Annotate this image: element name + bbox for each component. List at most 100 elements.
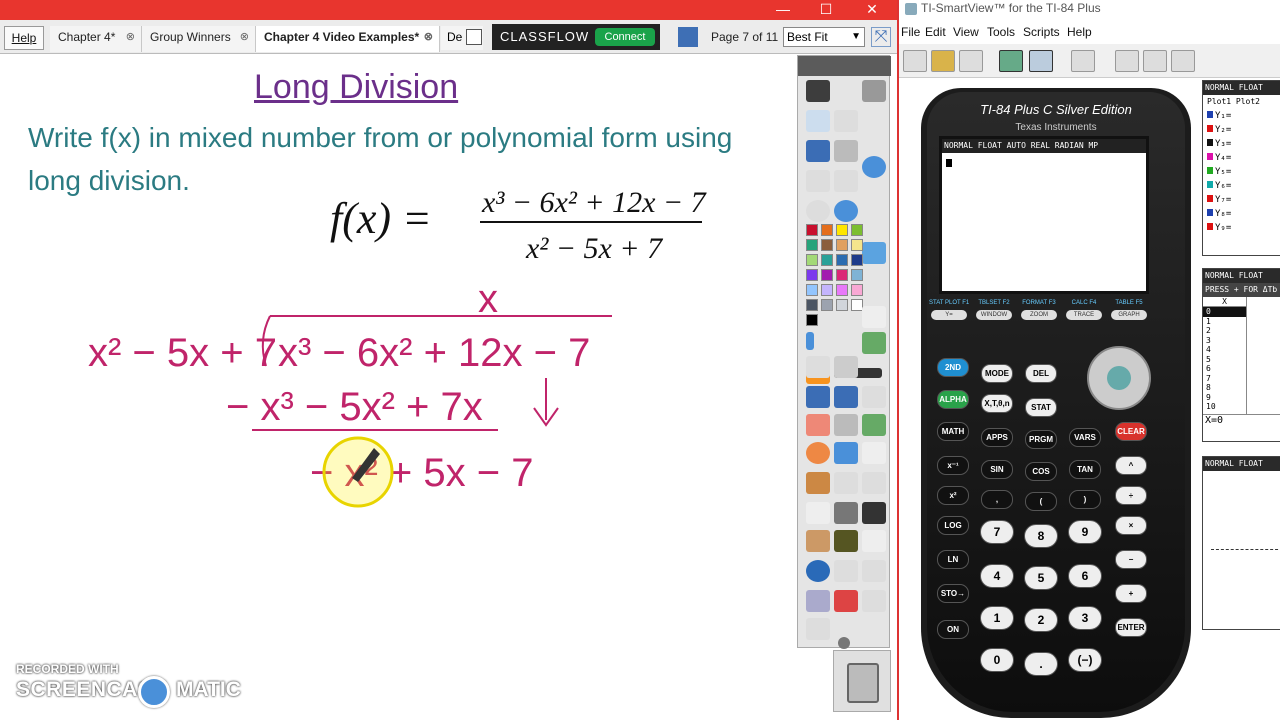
table-cell[interactable]: 2 <box>1203 326 1246 336</box>
tab-chapter-4[interactable]: Chapter 4* ⊗ <box>50 26 142 52</box>
key-9[interactable]: 9 <box>1068 520 1102 544</box>
color-swatch[interactable] <box>836 269 848 281</box>
keypress-icon[interactable] <box>1115 50 1139 72</box>
color-swatch[interactable] <box>836 224 848 236</box>
new-icon[interactable] <box>903 50 927 72</box>
notes-icon[interactable] <box>834 110 858 132</box>
color-swatch[interactable] <box>821 224 833 236</box>
gallery-icon[interactable] <box>806 472 830 494</box>
tab-close-icon[interactable]: ⊗ <box>424 26 433 48</box>
camera-icon[interactable] <box>862 242 886 264</box>
key-right-paren[interactable]: ) <box>1069 490 1101 509</box>
menu-tools[interactable]: Tools <box>987 25 1015 39</box>
key-decimal[interactable]: . <box>1024 652 1058 676</box>
zoom-select[interactable]: Best Fit ▼ <box>783 27 865 47</box>
pen-icon[interactable] <box>806 386 830 408</box>
color-swatch[interactable] <box>806 254 818 266</box>
y-row[interactable]: Y₃= <box>1203 137 1280 151</box>
color-swatch[interactable] <box>851 284 863 296</box>
ruler-icon[interactable] <box>806 332 814 350</box>
color-swatch[interactable] <box>806 299 818 311</box>
key-power[interactable]: ^ <box>1115 456 1147 475</box>
highlighter-icon[interactable] <box>834 386 858 408</box>
key-5[interactable]: 5 <box>1024 566 1058 590</box>
key-8[interactable]: 8 <box>1024 524 1058 548</box>
calculator-tool-icon[interactable] <box>834 472 858 494</box>
y-row[interactable]: Y₆= <box>1203 179 1280 193</box>
color-swatch[interactable] <box>851 254 863 266</box>
play-icon[interactable] <box>806 200 830 222</box>
tab-close-icon[interactable]: ⊗ <box>240 26 249 48</box>
key-math[interactable]: MATH <box>937 422 969 441</box>
minimize-button[interactable]: — <box>763 0 803 20</box>
color-swatch[interactable] <box>806 239 818 251</box>
close-icon[interactable] <box>838 637 850 649</box>
key-cos[interactable]: COS <box>1025 462 1057 481</box>
key-4[interactable]: 4 <box>980 564 1014 588</box>
fill-icon[interactable] <box>834 414 858 436</box>
print-icon[interactable] <box>862 472 886 494</box>
key-multiply[interactable]: × <box>1115 516 1147 535</box>
tab-list-icon[interactable] <box>466 29 482 45</box>
color-swatch[interactable] <box>836 254 848 266</box>
clipboard-icon[interactable] <box>862 386 886 408</box>
key-subtract[interactable]: − <box>1115 550 1147 569</box>
key-graph[interactable]: GRAPH <box>1111 310 1147 320</box>
y-row[interactable]: Y₁= <box>1203 109 1280 123</box>
arrow-pad[interactable] <box>1087 346 1151 410</box>
y-row[interactable]: Y₉= <box>1203 221 1280 235</box>
color-swatch[interactable] <box>836 299 848 311</box>
color-swatch[interactable] <box>836 284 848 296</box>
capture-icon[interactable] <box>959 50 983 72</box>
screen-capture-icon[interactable] <box>862 560 886 582</box>
refresh-icon[interactable] <box>834 590 858 612</box>
delete-icon[interactable] <box>862 530 886 552</box>
table-cell[interactable]: 6 <box>1203 364 1246 374</box>
key-y-equals[interactable]: Y= <box>931 310 967 320</box>
color-swatch[interactable] <box>806 269 818 281</box>
y-row[interactable]: Y₄= <box>1203 151 1280 165</box>
key-on[interactable]: ON <box>937 620 969 639</box>
table-cell[interactable]: 7 <box>1203 374 1246 384</box>
previous-page-icon[interactable] <box>806 170 830 192</box>
key-negate[interactable]: (−) <box>1068 648 1102 672</box>
emulator-icon[interactable] <box>999 50 1023 72</box>
share-icon[interactable] <box>806 80 830 102</box>
keyboard-icon[interactable] <box>834 502 858 524</box>
table-cell[interactable]: 0 <box>1203 307 1246 317</box>
table-cell[interactable]: 10 <box>1203 402 1246 412</box>
key-3[interactable]: 3 <box>1068 606 1102 630</box>
key-trace[interactable]: TRACE <box>1066 310 1102 320</box>
large-screen-icon[interactable] <box>1143 50 1167 72</box>
key-add[interactable]: + <box>1115 584 1147 603</box>
shape-icon[interactable] <box>806 442 830 464</box>
table-cell[interactable]: 5 <box>1203 355 1246 365</box>
key-window[interactable]: WINDOW <box>976 310 1012 320</box>
menu-edit[interactable]: Edit <box>925 25 946 39</box>
y-row[interactable]: Y₇= <box>1203 193 1280 207</box>
color-swatch[interactable] <box>836 239 848 251</box>
undo-icon[interactable] <box>806 618 830 640</box>
record-icon[interactable] <box>862 502 886 524</box>
help-menu[interactable]: Help <box>4 26 44 50</box>
connector-icon[interactable] <box>834 442 858 464</box>
search-icon[interactable] <box>862 590 886 612</box>
connect-button[interactable]: Connect <box>595 28 655 46</box>
magnify-icon[interactable] <box>834 140 858 162</box>
key-square[interactable]: x² <box>937 486 969 505</box>
key-sin[interactable]: SIN <box>981 460 1013 479</box>
key-left-paren[interactable]: ( <box>1025 492 1057 511</box>
key-clear[interactable]: CLEAR <box>1115 422 1147 441</box>
menu-file[interactable]: File <box>901 25 920 39</box>
color-swatch[interactable] <box>806 224 818 236</box>
calculator-view-icon[interactable] <box>1071 50 1095 72</box>
key-2nd[interactable]: 2ND <box>937 358 969 377</box>
tools-icon[interactable] <box>834 356 858 378</box>
tab-chapter-4-video-examples[interactable]: Chapter 4 Video Examples* ⊗ <box>256 26 440 52</box>
y-row[interactable]: Y₂= <box>1203 123 1280 137</box>
key-inverse[interactable]: x⁻¹ <box>937 456 969 475</box>
image-icon[interactable] <box>862 332 886 354</box>
reset-icon[interactable] <box>1029 50 1053 72</box>
tab-close-icon[interactable]: ⊗ <box>126 26 135 48</box>
select-arrow-icon[interactable] <box>806 356 830 378</box>
